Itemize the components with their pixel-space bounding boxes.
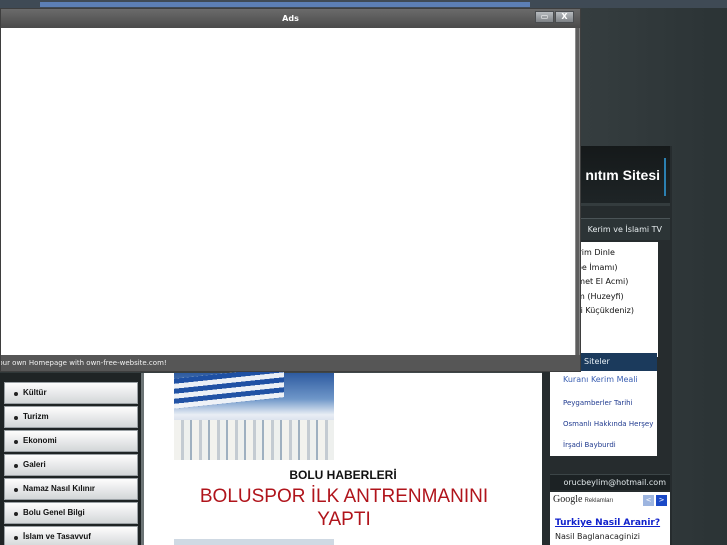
popup-title: Ads — [282, 14, 299, 23]
google-logo-sub: Reklamları — [584, 498, 614, 504]
contact-email[interactable]: orucbeylim@hotmail.com — [550, 474, 670, 490]
flag-image — [174, 367, 284, 409]
sidebar-item-turizm[interactable]: Turizm — [4, 406, 138, 428]
popup-titlebar[interactable]: Ads ▭ X — [1, 9, 580, 28]
sidebar-menu: Kültür Turizm Ekonomi Galeri Namaz Nasıl… — [0, 373, 144, 545]
sidebar-item-label: İslam ve Tasavvuf — [23, 532, 91, 541]
popup-body — [1, 28, 576, 355]
ads-popup-window: Ads ▭ X Your own Homepage with own-free-… — [0, 8, 581, 372]
site-title-text: nıtım Sitesi — [585, 167, 660, 183]
site-link[interactable]: Osmanlı Hakkında Herşey — [550, 414, 657, 435]
ads-next-button[interactable]: > — [656, 495, 667, 506]
sidebar-item-label: Bolu Genel Bilgi — [23, 508, 85, 517]
main-content: BOLU HABERLERİ BOLUSPOR İLK ANTRENMANINI… — [144, 367, 542, 545]
top-strip — [0, 0, 727, 8]
site-link[interactable]: İrşadi Bayburdi — [550, 435, 657, 456]
town-image — [174, 420, 334, 460]
google-ads-box: Google Reklamları < > Turkiye Nasil Arani… — [550, 492, 670, 545]
sidebar-item-label: Turizm — [23, 412, 49, 421]
sites-list: Kuranı Kerim Meali Peygamberler Tarihi O… — [550, 371, 657, 456]
google-logo-text: Google — [553, 494, 583, 505]
ad-text: Nasil Baglanacaginizi — [555, 532, 640, 541]
bullet-icon — [14, 440, 18, 444]
sidebar-item-galeri[interactable]: Galeri — [4, 454, 138, 476]
site-link[interactable]: Peygamberler Tarihi — [550, 393, 657, 414]
news-section-label: BOLU HABERLERİ — [289, 468, 397, 482]
ad-title-link[interactable]: Turkiye Nasil Aranir? — [555, 518, 660, 528]
ads-prev-button[interactable]: < — [643, 495, 654, 506]
sidebar-item-label: Namaz Nasıl Kılınır — [23, 484, 96, 493]
bullet-icon — [14, 464, 18, 468]
sidebar-item-label: Galeri — [23, 460, 46, 469]
popup-footer-text[interactable]: Your own Homepage with own-free-website.… — [1, 355, 167, 371]
top-strip-accent — [40, 2, 530, 7]
sidebar-item-bolu-genel[interactable]: Bolu Genel Bilgi — [4, 502, 138, 524]
close-icon[interactable]: X — [555, 11, 574, 23]
sidebar-item-kultur[interactable]: Kültür — [4, 382, 138, 404]
news-photo[interactable] — [174, 367, 334, 460]
sidebar-item-islam[interactable]: İslam ve Tasavvuf — [4, 526, 138, 545]
bullet-icon — [14, 536, 18, 540]
bullet-icon — [14, 512, 18, 516]
sidebar-item-ekonomi[interactable]: Ekonomi — [4, 430, 138, 452]
sidebar-item-label: Kültür — [23, 388, 47, 397]
bullet-icon — [14, 416, 18, 420]
popup-footer[interactable]: Your own Homepage with own-free-website.… — [1, 355, 580, 371]
title-accent — [664, 158, 666, 196]
bullet-icon — [14, 392, 18, 396]
restore-icon[interactable]: ▭ — [535, 11, 554, 23]
sidebar-item-label: Ekonomi — [23, 436, 57, 445]
sidebar-item-namaz[interactable]: Namaz Nasıl Kılınır — [4, 478, 138, 500]
popup-controls: ▭ X — [534, 11, 574, 24]
google-logo: Google Reklamları — [553, 494, 613, 505]
bullet-icon — [14, 488, 18, 492]
site-link[interactable]: Kuranı Kerim Meali — [550, 371, 657, 393]
news-headline[interactable]: BOLUSPOR İLK ANTRENMANINI YAPTI — [174, 485, 514, 531]
news-photo-2[interactable] — [174, 539, 334, 545]
